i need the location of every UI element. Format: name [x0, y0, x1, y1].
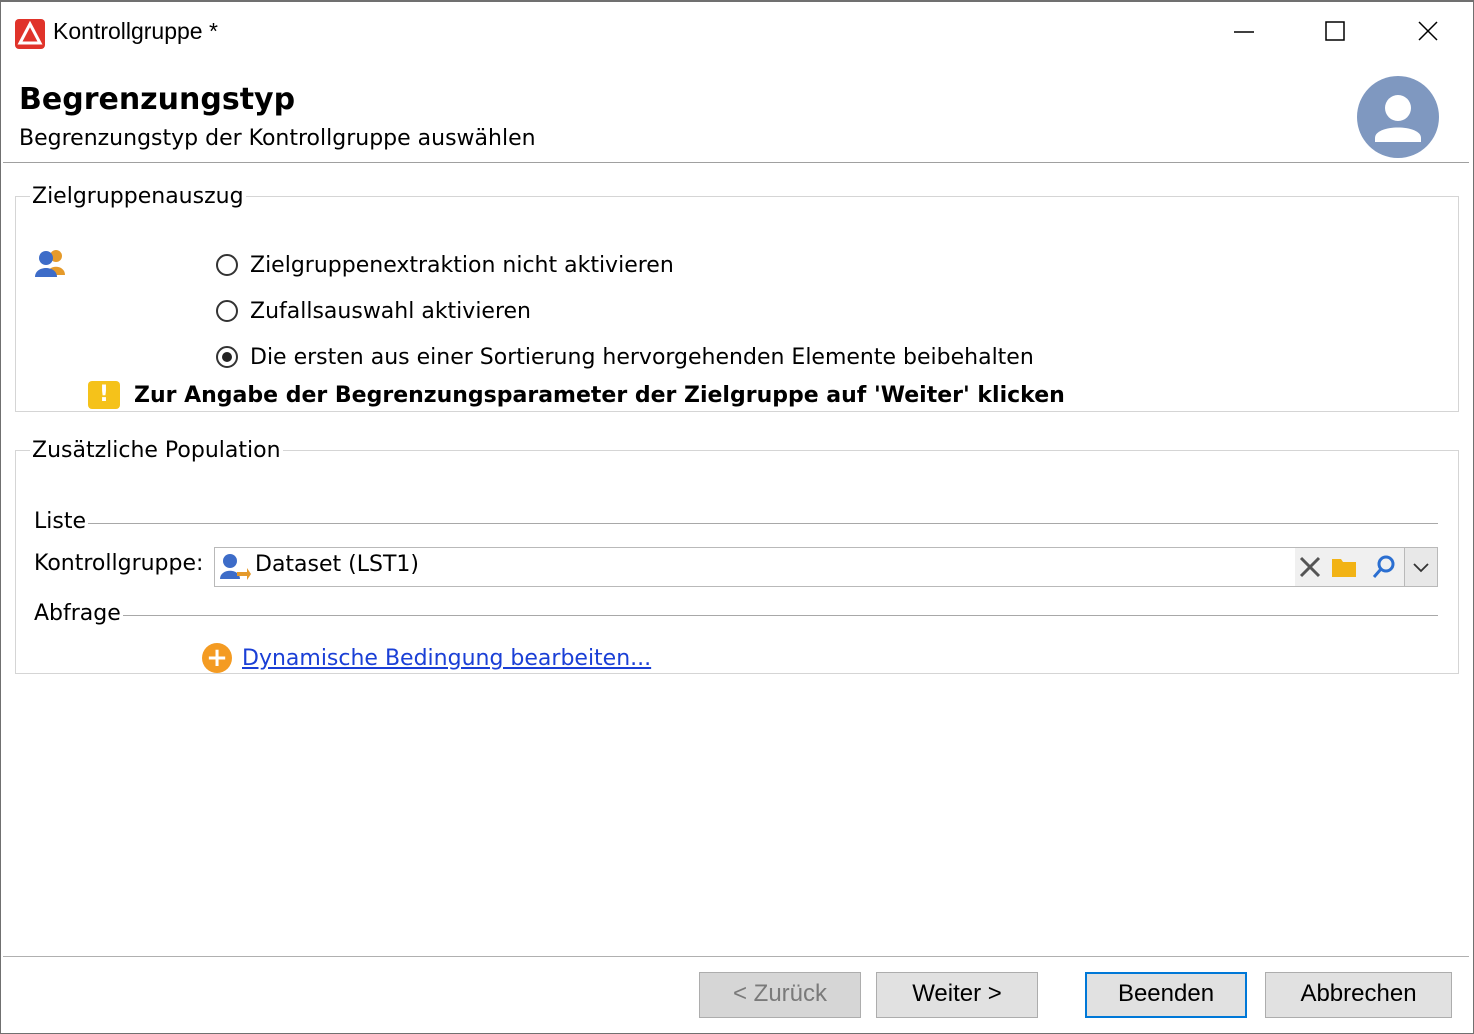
user-avatar-icon — [1357, 76, 1439, 158]
dynamic-condition-row: + Dynamische Bedingung bearbeiten... — [202, 643, 651, 673]
population-legend: Zusätzliche Population — [32, 438, 281, 463]
next-button[interactable]: Weiter > — [876, 972, 1038, 1018]
maximize-button[interactable] — [1304, 10, 1364, 54]
folder-icon[interactable] — [1331, 554, 1357, 580]
list-recipients-icon — [219, 552, 251, 586]
cancel-button[interactable]: Abbrechen — [1265, 972, 1452, 1018]
option-no-extraction-label: Zielgruppenextraktion nicht aktivieren — [250, 252, 674, 278]
clear-icon[interactable] — [1297, 554, 1323, 580]
users-icon — [34, 247, 70, 283]
dynamic-condition-link[interactable]: Dynamische Bedingung bearbeiten... — [242, 646, 651, 671]
control-group-label: Kontrollgruppe: — [34, 551, 204, 576]
field-tools — [1295, 548, 1437, 586]
query-section-label: Abfrage — [34, 601, 123, 626]
back-button[interactable]: < Zurück — [699, 972, 861, 1018]
dropdown-button[interactable] — [1404, 548, 1437, 586]
option-keep-first-sorted[interactable]: Die ersten aus einer Sortierung hervorge… — [216, 341, 1034, 373]
list-section-label: Liste — [34, 509, 88, 534]
option-no-extraction[interactable]: Zielgruppenextraktion nicht aktivieren — [216, 249, 674, 281]
warning-message: ! Zur Angabe der Begrenzungsparameter de… — [88, 381, 1065, 409]
plus-circle-icon[interactable]: + — [202, 643, 232, 673]
radio-random-sample[interactable] — [216, 300, 238, 322]
list-separator — [34, 523, 1438, 524]
search-icon[interactable] — [1371, 554, 1397, 580]
control-group-value: Dataset (LST1) — [255, 552, 419, 577]
extract-group: Zielgruppenauszug Zielgruppenextraktion … — [15, 184, 1459, 412]
chevron-down-icon — [1413, 563, 1429, 573]
extract-legend: Zielgruppenauszug — [32, 184, 244, 209]
dialog-window: Kontrollgruppe * Begrenzungstyp Begrenzu… — [0, 0, 1474, 1034]
radio-keep-first-sorted[interactable] — [216, 346, 238, 368]
title-bar: Kontrollgruppe * — [1, 2, 1473, 64]
close-button[interactable] — [1397, 10, 1457, 54]
wizard-header: Begrenzungstyp Begrenzungstyp der Kontro… — [3, 66, 1469, 163]
window-title: Kontrollgruppe * — [53, 18, 218, 44]
query-separator — [34, 615, 1438, 616]
control-group-field[interactable]: Dataset (LST1) — [214, 547, 1438, 587]
radio-no-extraction[interactable] — [216, 254, 238, 276]
finish-button[interactable]: Beenden — [1085, 972, 1247, 1018]
adobe-campaign-icon — [15, 19, 45, 49]
option-keep-first-sorted-label: Die ersten aus einer Sortierung hervorge… — [250, 344, 1034, 370]
page-title: Begrenzungstyp — [19, 82, 296, 117]
option-random-sample-label: Zufallsauswahl aktivieren — [250, 298, 532, 324]
population-group: Zusätzliche Population Liste Kontrollgru… — [15, 438, 1459, 674]
page-subtitle: Begrenzungstyp der Kontrollgruppe auswäh… — [19, 126, 536, 151]
option-random-sample[interactable]: Zufallsauswahl aktivieren — [216, 295, 531, 327]
footer-separator — [3, 956, 1469, 957]
warning-icon: ! — [88, 381, 120, 409]
warning-text: Zur Angabe der Begrenzungsparameter der … — [134, 382, 1065, 408]
minimize-button[interactable] — [1214, 10, 1274, 54]
